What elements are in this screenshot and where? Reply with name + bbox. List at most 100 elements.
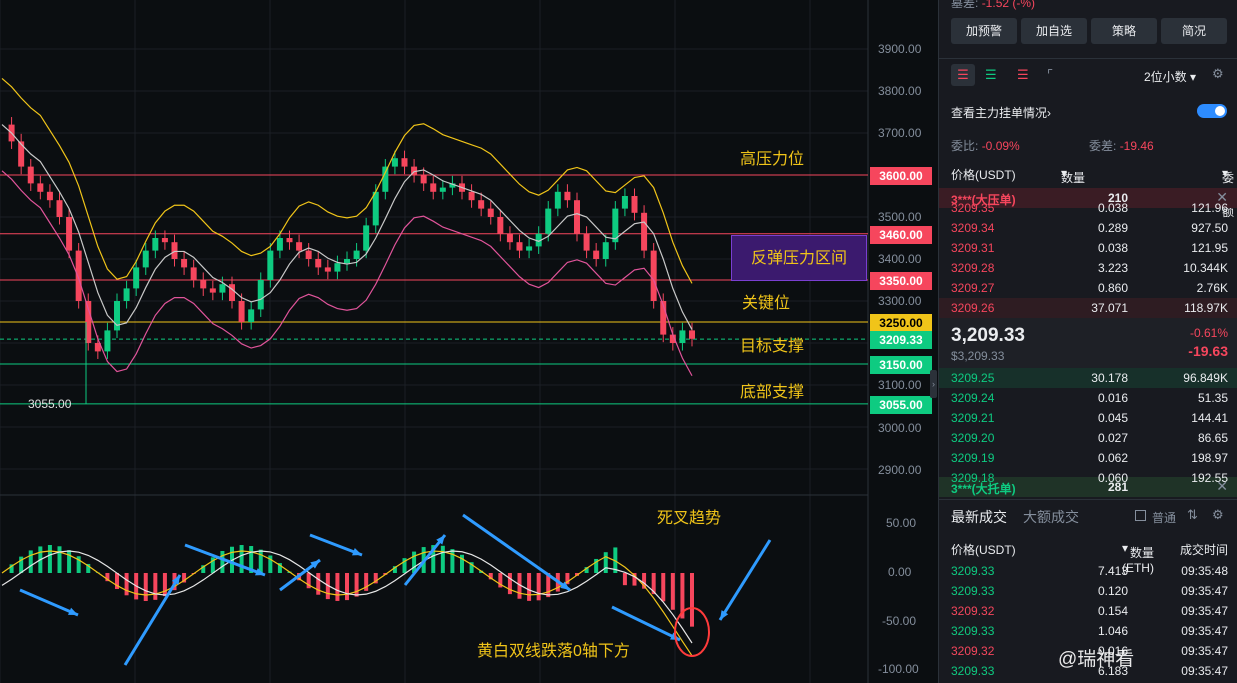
normal-checkbox[interactable]: [1135, 510, 1146, 521]
tab-large-trades[interactable]: 大额成交: [1023, 507, 1079, 527]
candle-body: [353, 250, 360, 259]
candle-body: [468, 191, 475, 201]
orderbook-depth-view-icon[interactable]: ⌜: [1047, 64, 1053, 86]
macd-bar: [258, 549, 263, 573]
candle-body: [602, 242, 609, 259]
candle-body: [650, 250, 657, 301]
candle-body: [104, 330, 111, 352]
candle-body: [401, 158, 408, 167]
candle-body: [593, 250, 600, 259]
bid-row[interactable]: 3209.24 0.016 51.35: [939, 388, 1237, 408]
price-axis-tick: 3300.00: [878, 294, 922, 308]
bid-row[interactable]: 3209.25 30.178 96.849K: [939, 368, 1237, 388]
candle-body: [363, 225, 370, 251]
header-total[interactable]: 委托额 ▾: [1222, 166, 1234, 219]
trade-row[interactable]: 3209.33 7.413 09:35:48: [939, 561, 1237, 581]
trade-row[interactable]: 3209.32 0.154 09:35:47: [939, 601, 1237, 621]
level-box-current: 3209.33: [870, 331, 932, 349]
trades-qty-header[interactable]: 数量(ETH) ▾: [1122, 541, 1154, 575]
annotation-key-level: 关键位: [742, 295, 791, 312]
candle-body: [75, 250, 82, 301]
macd-axis-tick: 50.00: [886, 516, 917, 530]
candle-body: [391, 158, 398, 167]
ask-row[interactable]: 3209.27 0.860 2.76K: [939, 278, 1237, 298]
macd-bar: [507, 573, 512, 595]
orderbook-asks-view-icon[interactable]: ☰: [1017, 64, 1029, 86]
bid-row[interactable]: 3209.20 0.027 86.65: [939, 428, 1237, 448]
macd-bar: [143, 573, 148, 601]
last-price: 3,209.33: [951, 325, 1025, 346]
macd-bar: [316, 573, 321, 595]
candle-body: [161, 238, 168, 243]
trade-row[interactable]: 3209.33 1.046 09:35:47: [939, 621, 1237, 641]
price-axis-tick: 3000.00: [878, 421, 922, 435]
ask-row[interactable]: 3209.26 37.071 118.97K: [939, 298, 1237, 318]
toggle-knob: [1215, 106, 1225, 116]
ask-row[interactable]: 3209.31 0.038 121.95: [939, 238, 1237, 258]
annotation-bottom-support: 底部支撑: [740, 384, 805, 401]
candle-body: [344, 259, 350, 264]
macd-bar: [239, 545, 244, 573]
candle-body: [66, 217, 73, 251]
annotation-target-support: 目标支撑: [740, 338, 805, 355]
add-alert-button[interactable]: 加预警: [951, 18, 1017, 44]
tab-latest-trades[interactable]: 最新成交: [951, 507, 1007, 527]
settings-icon[interactable]: ⚙: [1212, 66, 1224, 82]
bid-row[interactable]: 3209.19 0.062 198.97: [939, 448, 1237, 468]
bid-row[interactable]: 3209.21 0.045 144.41: [939, 408, 1237, 428]
trend-arrow: [19, 588, 79, 617]
candle-body: [621, 196, 628, 209]
annotation-high-pressure: 高压力位: [740, 151, 805, 168]
macd-bar: [603, 552, 608, 573]
candle-body: [200, 280, 207, 289]
macd-axis-tick: -100.00: [878, 662, 919, 676]
macd-bar: [47, 545, 52, 573]
order-panel: 墓差: -1.52 (-%) 加预警 加自选 策略 简况 ☰ ☰ ☰ ⌜ 2位小…: [938, 0, 1237, 683]
ask-row[interactable]: 3209.35 0.038 121.96: [939, 198, 1237, 218]
candle-body: [56, 200, 63, 217]
macd-bar: [220, 550, 225, 573]
low-price-label: 3055.00: [28, 397, 72, 411]
main-orders-toggle[interactable]: [1197, 104, 1227, 118]
strategy-button[interactable]: 策略: [1091, 18, 1157, 44]
candle-body: [631, 196, 638, 213]
orderbook-both-view-icon[interactable]: ☰: [951, 64, 975, 86]
candle-body: [487, 208, 494, 217]
overview-button[interactable]: 简况: [1161, 18, 1227, 44]
candle-body: [142, 250, 149, 268]
macd-bar: [354, 573, 359, 597]
candle-body: [554, 191, 561, 209]
add-favorite-button[interactable]: 加自选: [1021, 18, 1087, 44]
candle-body: [324, 267, 331, 272]
candle-body: [133, 267, 140, 289]
kline-chart[interactable]: 3900.00 3800.00 3700.00 3500.00 3400.00 …: [0, 0, 935, 683]
price-axis-tick: 3500.00: [878, 210, 922, 224]
main-orders-link[interactable]: 查看主力挂单情况›: [951, 104, 1051, 121]
candle-body: [430, 183, 437, 192]
header-price: 价格(USDT): [951, 168, 1016, 182]
ask-row[interactable]: 3209.28 3.223 10.344K: [939, 258, 1237, 278]
candle-body: [315, 259, 322, 268]
candle-body: [37, 183, 44, 192]
macd-bar: [335, 573, 340, 601]
macd-bar: [162, 573, 167, 597]
candle-body: [114, 301, 120, 331]
candle-body: [305, 250, 312, 259]
price-axis-tick: 3400.00: [878, 252, 922, 266]
candle-body: [478, 200, 485, 209]
decimal-select[interactable]: 2位小数 ▾: [1144, 68, 1196, 85]
ask-row[interactable]: 3209.34 0.289 927.50: [939, 218, 1237, 238]
last-price-usd: $3,209.33: [951, 349, 1005, 363]
candle-body: [190, 267, 197, 280]
trend-arrow: [462, 513, 571, 592]
bid-row[interactable]: 3209.18 0.060 192.55: [939, 468, 1237, 488]
candle-body: [229, 284, 235, 301]
filter-icon[interactable]: ⇅: [1187, 507, 1198, 523]
settings-icon[interactable]: ⚙: [1212, 507, 1224, 523]
price-axis-tick: 3800.00: [878, 84, 922, 98]
trade-row[interactable]: 3209.33 0.120 09:35:47: [939, 581, 1237, 601]
orderbook-bids-view-icon[interactable]: ☰: [985, 64, 997, 86]
panel-collapse-handle[interactable]: ›: [930, 370, 937, 398]
macd-axis-tick: 0.00: [888, 565, 912, 579]
header-qty[interactable]: 数量 (ETH) ▾: [1061, 166, 1093, 200]
